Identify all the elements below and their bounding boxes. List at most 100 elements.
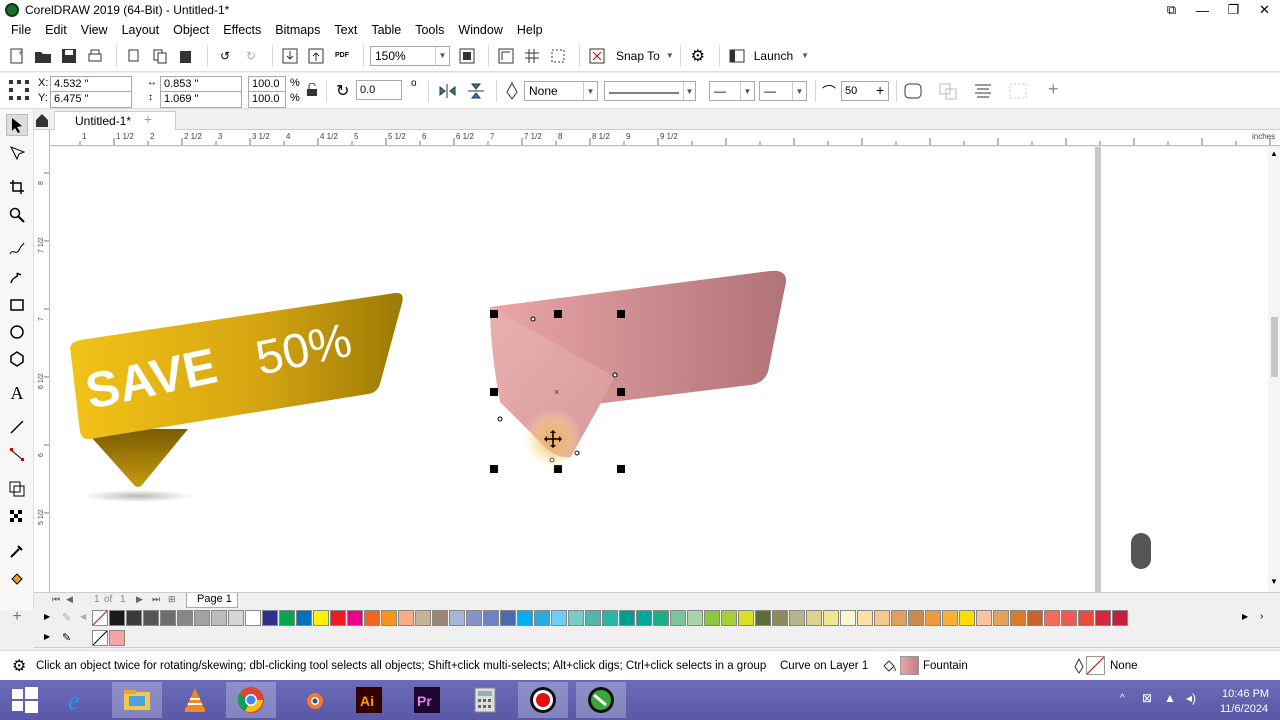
save-icon[interactable] — [58, 45, 80, 67]
outline-color-swatch[interactable] — [1086, 656, 1105, 675]
save-banner-graphic[interactable]: SAVE 50% — [70, 292, 403, 502]
import-icon[interactable] — [279, 45, 301, 67]
snap-to-dropdown[interactable]: Snap To — [616, 49, 660, 63]
lock-ratio-icon[interactable] — [306, 82, 318, 100]
palette-swatch[interactable] — [245, 610, 261, 626]
palette-menu-icon[interactable]: › — [1260, 611, 1263, 622]
palette-swatch[interactable] — [704, 610, 720, 626]
height-field[interactable]: 1.069 " — [160, 91, 242, 108]
palette-swatch[interactable] — [687, 610, 703, 626]
vertical-ruler[interactable]: 8 7 1/2 7 6 1/2 6 5 1/2 — [34, 130, 50, 592]
palette-swatch[interactable] — [1078, 610, 1094, 626]
snap-to-icon[interactable] — [586, 45, 608, 67]
outline-pen-icon[interactable] — [505, 81, 519, 103]
palette-swatch[interactable] — [1010, 610, 1026, 626]
object-origin-icon[interactable] — [8, 79, 30, 104]
palette-swatch[interactable] — [1044, 610, 1060, 626]
page-first-icon[interactable]: ⏮ — [52, 594, 60, 605]
customize-toolbox-plus-icon[interactable]: + — [6, 606, 28, 628]
full-screen-icon[interactable] — [456, 45, 478, 67]
palette-swatch[interactable] — [415, 610, 431, 626]
tray-network-x-icon[interactable]: ⊠ — [1142, 691, 1152, 705]
palette-swatch[interactable] — [432, 610, 448, 626]
palette-swatch[interactable] — [449, 610, 465, 626]
doc-no-color-swatch[interactable] — [92, 630, 108, 646]
palette-swatch[interactable] — [857, 610, 873, 626]
palette-swatch[interactable] — [738, 610, 754, 626]
palette-swatch[interactable] — [279, 610, 295, 626]
menu-window[interactable]: Window — [451, 23, 509, 37]
polygon-tool-icon[interactable] — [6, 348, 28, 370]
outline-width-combo[interactable]: None ▼ — [524, 81, 598, 101]
palette-swatch[interactable] — [602, 610, 618, 626]
rectangle-tool-icon[interactable] — [6, 294, 28, 316]
palette-swatch[interactable] — [160, 610, 176, 626]
palette-swatch[interactable] — [126, 610, 142, 626]
palette-swatch[interactable] — [211, 610, 227, 626]
menu-view[interactable]: View — [74, 23, 115, 37]
close-button[interactable]: ✕ — [1249, 0, 1280, 20]
publish-pdf-icon[interactable]: PDF — [331, 45, 353, 67]
menu-help[interactable]: Help — [510, 23, 550, 37]
smoothing-plus-icon[interactable]: + — [876, 82, 884, 98]
palette-swatch[interactable] — [364, 610, 380, 626]
palette-swatch[interactable] — [330, 610, 346, 626]
premiere-icon[interactable]: Pr — [402, 682, 452, 718]
palette-swatch[interactable] — [296, 610, 312, 626]
status-settings-gear-icon[interactable]: ⚙ — [12, 656, 26, 676]
vertical-scrollbar[interactable]: ▲ ▼ — [1268, 147, 1280, 592]
convert-icon[interactable] — [1008, 82, 1028, 103]
coreldraw-taskbar-icon[interactable] — [576, 682, 626, 718]
zoom-level-combo[interactable]: 150% ▼ — [370, 45, 450, 66]
internet-explorer-icon[interactable]: e — [54, 682, 104, 718]
add-page-icon[interactable]: ⊞ — [168, 594, 176, 605]
file-explorer-icon[interactable] — [112, 682, 162, 718]
palette-swatch[interactable] — [976, 610, 992, 626]
text-tool-icon[interactable]: A — [6, 382, 28, 404]
cut-icon[interactable] — [123, 45, 145, 67]
palette-swatch[interactable] — [670, 610, 686, 626]
tray-volume-icon[interactable]: ◂) — [1186, 691, 1196, 705]
undo-icon[interactable]: ↺ — [214, 45, 236, 67]
palette-swatch[interactable] — [874, 610, 890, 626]
palette-swatch[interactable] — [721, 610, 737, 626]
palette-swatch[interactable] — [534, 610, 550, 626]
start-arrowhead-combo[interactable]: — ▼ — [709, 81, 755, 101]
palette-swatch[interactable] — [177, 610, 193, 626]
page-next-icon[interactable]: ▶ — [136, 594, 143, 605]
tab-untitled-1[interactable]: Untitled-1* — [54, 111, 176, 130]
menu-text[interactable]: Text — [327, 23, 364, 37]
palette-swatch[interactable] — [959, 610, 975, 626]
ellipse-tool-icon[interactable] — [6, 321, 28, 343]
maximize-button[interactable]: ❐ — [1218, 0, 1249, 20]
palette-swatch[interactable] — [1095, 610, 1111, 626]
crop-tool-icon[interactable] — [6, 176, 28, 198]
palette-swatch[interactable] — [194, 610, 210, 626]
new-document-icon[interactable]: + — [6, 45, 28, 67]
palette-swatch[interactable] — [483, 610, 499, 626]
vlc-player-icon[interactable] — [170, 682, 220, 718]
open-folder-icon[interactable] — [32, 45, 54, 67]
menu-edit[interactable]: Edit — [38, 23, 74, 37]
page-1-tab[interactable]: Page 1 — [186, 593, 238, 608]
palette-swatch[interactable] — [891, 610, 907, 626]
palette-scroll-left-icon[interactable]: ◀ — [80, 612, 86, 621]
palette-swatch[interactable] — [993, 610, 1009, 626]
blender-icon[interactable] — [288, 682, 338, 718]
menu-effects[interactable]: Effects — [216, 23, 268, 37]
palette-swatch[interactable] — [398, 610, 414, 626]
doc-palette-expand-icon[interactable]: ▶ — [44, 632, 50, 641]
interactive-fill-tool-icon[interactable] — [6, 568, 28, 590]
wrap-text-icon[interactable] — [938, 82, 958, 103]
palette-swatch[interactable] — [653, 610, 669, 626]
minimize-button[interactable]: — — [1187, 0, 1218, 20]
mirror-horizontal-icon[interactable] — [438, 82, 458, 103]
palette-swatch[interactable] — [840, 610, 856, 626]
palette-swatch[interactable] — [347, 610, 363, 626]
redo-icon[interactable]: ↻ — [240, 45, 262, 67]
horizontal-ruler[interactable]: 1 1 1/2 2 2 1/2 3 3 1/2 4 4 1/2 5 5 1/2 6 6 1/2 7 7 1… — [50, 130, 1280, 146]
page-prev-icon[interactable]: ◀ — [66, 594, 73, 605]
restore-help-icon[interactable]: ⧉ — [1156, 0, 1187, 20]
export-icon[interactable] — [305, 45, 327, 67]
pick-tool-icon[interactable] — [6, 114, 28, 136]
